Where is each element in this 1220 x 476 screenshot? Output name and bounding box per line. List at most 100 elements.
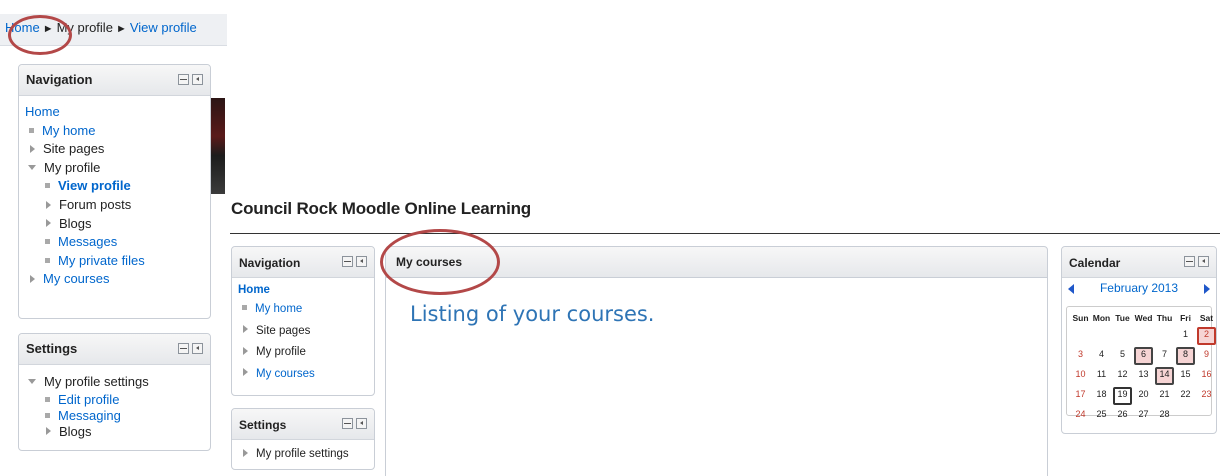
collapsed-arrow-icon[interactable]	[243, 368, 248, 377]
dock-icon[interactable]	[356, 256, 367, 267]
calendar-day[interactable]: 10	[1071, 367, 1090, 381]
collapsed-arrow-icon[interactable]	[30, 274, 35, 283]
minimize-icon[interactable]	[342, 418, 353, 429]
calendar-day[interactable]: 7	[1155, 347, 1174, 361]
calendar-day[interactable]: 14	[1155, 367, 1174, 385]
settings-item-my-profile-settings[interactable]: My profile settings	[25, 373, 204, 392]
inner-navigation-block: Navigation Home My home Site pages My pr…	[231, 246, 375, 396]
navigation-block: Navigation Home My home Site pages My pr…	[18, 64, 211, 319]
calendar-title: Calendar	[1069, 256, 1121, 270]
annotation-circle-my-courses	[380, 229, 500, 295]
expanded-arrow-icon[interactable]	[28, 379, 36, 385]
settings-item-blogs[interactable]: Blogs	[25, 424, 204, 440]
calendar-day[interactable]: 28	[1155, 407, 1174, 421]
nav-item-my-profile[interactable]: My profile	[25, 159, 204, 178]
calendar-day[interactable]: 21	[1155, 387, 1174, 401]
header-divider	[230, 233, 1220, 234]
settings-item-edit-profile[interactable]: Edit profile	[25, 392, 204, 408]
calendar-day[interactable]: 2	[1197, 327, 1216, 345]
inner-navigation-tree: Home My home Site pages My profile My co…	[232, 278, 374, 391]
minimize-icon[interactable]	[342, 256, 353, 267]
inner-settings-title: Settings	[239, 418, 287, 432]
minimize-icon[interactable]	[1184, 256, 1195, 267]
calendar-day[interactable]: 17	[1071, 387, 1090, 401]
collapsed-arrow-icon[interactable]	[46, 200, 51, 209]
minimize-icon[interactable]	[178, 343, 189, 354]
inner-nav-item-site-pages[interactable]: Site pages	[238, 321, 368, 343]
dock-icon[interactable]	[1198, 256, 1209, 267]
dock-icon[interactable]	[192, 74, 203, 85]
calendar-day[interactable]: 27	[1134, 407, 1153, 421]
settings-item-messaging[interactable]: Messaging	[25, 408, 204, 424]
calendar-empty-cell	[1113, 327, 1132, 341]
calendar-day[interactable]: 16	[1197, 367, 1216, 381]
calendar-day[interactable]: 26	[1113, 407, 1132, 421]
breadcrumb-view-profile-link[interactable]: View profile	[130, 20, 197, 35]
inner-nav-item-my-profile[interactable]: My profile	[238, 342, 368, 364]
nav-item-blogs[interactable]: Blogs	[25, 215, 204, 234]
inner-navigation-title: Navigation	[239, 256, 301, 270]
inner-navigation-header: Navigation	[232, 247, 374, 278]
calendar-day[interactable]: 13	[1134, 367, 1153, 381]
nav-item-my-courses[interactable]: My courses	[25, 270, 204, 289]
calendar-day[interactable]: 9	[1197, 347, 1216, 361]
nav-item-forum-posts[interactable]: Forum posts	[25, 196, 204, 215]
nav-item-site-pages[interactable]: Site pages	[25, 140, 204, 159]
minimize-icon[interactable]	[178, 74, 189, 85]
calendar-empty-cell	[1155, 327, 1174, 341]
collapsed-arrow-icon[interactable]	[243, 448, 248, 457]
inner-nav-item-home[interactable]: Home	[238, 281, 368, 299]
calendar-day[interactable]: 6	[1134, 347, 1153, 365]
inner-settings-tree: My profile settings	[232, 440, 374, 472]
calendar-weekday: Tue	[1115, 313, 1130, 323]
expanded-arrow-icon[interactable]	[28, 164, 36, 170]
calendar-empty-cell	[1197, 407, 1216, 421]
collapsed-arrow-icon[interactable]	[30, 144, 35, 153]
calendar-day[interactable]: 1	[1176, 327, 1195, 341]
calendar-weekday: Mon	[1092, 313, 1111, 323]
bullet-icon	[242, 305, 247, 311]
settings-block: Settings My profile settings Edit profil…	[18, 333, 211, 451]
nav-item-my-private-files[interactable]: My private files	[25, 252, 204, 271]
calendar-day[interactable]: 20	[1134, 387, 1153, 401]
calendar-day[interactable]: 24	[1071, 407, 1090, 421]
settings-block-header: Settings	[19, 334, 210, 365]
calendar-day[interactable]: 12	[1113, 367, 1132, 381]
collapsed-arrow-icon[interactable]	[46, 219, 51, 228]
navigation-block-title: Navigation	[26, 72, 93, 87]
nav-item-home[interactable]: Home	[25, 103, 204, 122]
calendar-empty-cell	[1071, 327, 1090, 341]
navigation-tree: Home My home Site pages My profile View …	[19, 96, 210, 295]
nav-item-my-home[interactable]: My home	[25, 122, 204, 141]
nav-item-view-profile[interactable]: View profile	[25, 177, 204, 196]
calendar-day[interactable]: 23	[1197, 387, 1216, 401]
inner-nav-item-my-courses[interactable]: My courses	[238, 364, 368, 386]
bullet-icon	[45, 239, 50, 245]
dock-icon[interactable]	[192, 343, 203, 354]
dock-icon[interactable]	[356, 418, 367, 429]
calendar-month-nav: February 2013	[1062, 278, 1216, 300]
settings-block-title: Settings	[26, 341, 78, 356]
calendar-day[interactable]: 22	[1176, 387, 1195, 401]
annotation-callout: Listing of your courses.	[410, 302, 655, 326]
calendar-day[interactable]: 11	[1092, 367, 1111, 381]
calendar-day[interactable]: 4	[1092, 347, 1111, 361]
collapsed-arrow-icon[interactable]	[243, 325, 248, 334]
calendar-day[interactable]: 25	[1092, 407, 1111, 421]
calendar-weekday: Wed	[1134, 313, 1153, 323]
inner-settings-item-my-profile-settings[interactable]: My profile settings	[238, 444, 368, 466]
settings-tree: My profile settings Edit profile Messagi…	[19, 365, 210, 446]
nav-item-messages[interactable]: Messages	[25, 233, 204, 252]
calendar-weekday: Sun	[1072, 313, 1089, 323]
calendar-day[interactable]: 15	[1176, 367, 1195, 381]
calendar-day[interactable]: 8	[1176, 347, 1195, 365]
calendar-day[interactable]: 19	[1113, 387, 1132, 405]
inner-nav-item-my-home[interactable]: My home	[238, 299, 368, 321]
calendar-day[interactable]: 3	[1071, 347, 1090, 361]
next-month-icon[interactable]	[1204, 284, 1210, 294]
collapsed-arrow-icon[interactable]	[46, 427, 51, 436]
calendar-day[interactable]: 18	[1092, 387, 1111, 401]
calendar-day[interactable]: 5	[1113, 347, 1132, 361]
collapsed-arrow-icon[interactable]	[243, 346, 248, 355]
calendar-month-link[interactable]: February 2013	[1062, 281, 1216, 295]
